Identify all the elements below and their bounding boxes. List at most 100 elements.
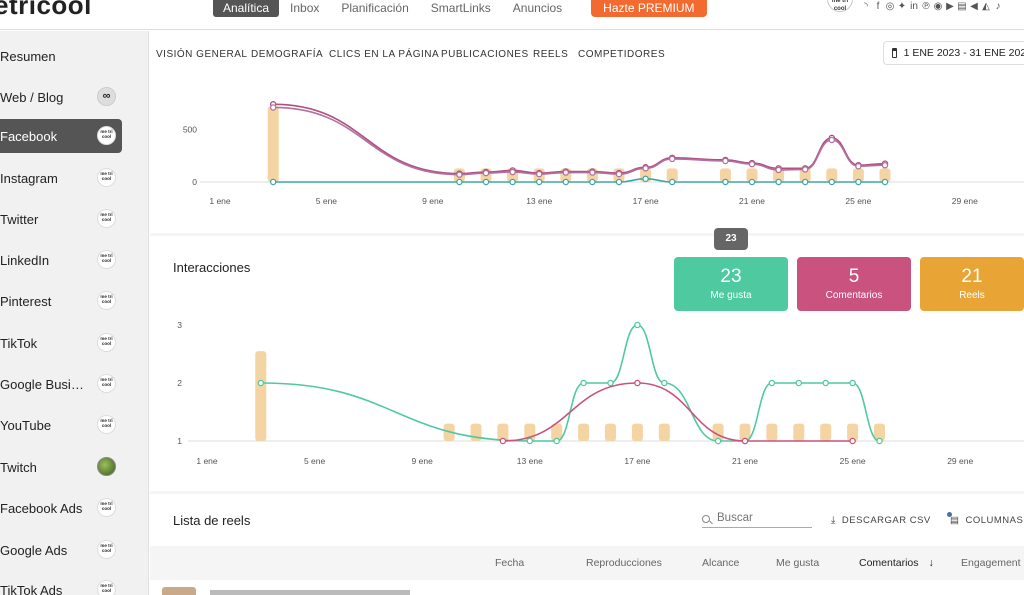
main-nav: Analítica Inbox Planificación SmartLinks…	[213, 0, 707, 17]
series-point	[661, 379, 668, 387]
col-alcance[interactable]: Alcance	[702, 557, 739, 569]
sidebar-item-youtube[interactable]: YouTube me tri cool	[0, 408, 122, 442]
series-point	[456, 171, 463, 178]
series-point	[768, 379, 776, 387]
series-point	[257, 379, 265, 387]
x-tick-label: 21 ene	[732, 456, 758, 466]
interacciones-title: Interacciones	[173, 260, 251, 275]
twitch-icon[interactable]: ▤	[957, 1, 967, 12]
sidebar-item-instagram[interactable]: Instagram me tri cool	[0, 161, 122, 195]
x-tick-label: 29 ene	[947, 456, 973, 466]
stat-card-reels[interactable]: 21 Reels	[920, 257, 1024, 311]
series-point	[748, 178, 756, 186]
series-point	[456, 178, 463, 186]
sidebar-item-tiktok[interactable]: TikTok me tri cool	[0, 326, 122, 360]
sidebar-item-avatar: me tri cool	[97, 415, 116, 434]
y-tick-label: 0	[192, 177, 197, 187]
linkedin-icon[interactable]: in	[909, 1, 919, 12]
stat-label: Reels	[959, 290, 985, 301]
chart-bar	[793, 423, 805, 441]
sidebar-item-label: Web / Blog	[0, 89, 64, 105]
sidebar-item-label: Google Ads	[0, 542, 68, 558]
youtube-icon[interactable]: ▶	[945, 1, 955, 12]
account-avatar[interactable]: me tri cool	[827, 0, 853, 12]
chart-bar	[578, 423, 590, 441]
stat-value: 5	[848, 266, 860, 287]
series-point	[615, 178, 623, 186]
nav-tab-inbox[interactable]: Inbox	[279, 0, 330, 17]
reel-thumbnail[interactable]	[162, 587, 196, 595]
top-line-chart: 0 500 1 ene 5 ene 9 ene 13 ene 17 ene 21 ene 25 …	[183, 101, 1024, 206]
x-tick-label: 17 ene	[633, 196, 659, 206]
sidebar-item-label: Facebook Ads	[0, 500, 83, 516]
top-bar: etricool Analítica Inbox Planificación S…	[0, 0, 1024, 30]
tiktok-icon[interactable]: ♪	[993, 1, 1003, 12]
col-me-gusta[interactable]: Me gusta	[776, 557, 819, 569]
col-reproducciones[interactable]: Reproducciones	[586, 557, 662, 569]
app-logo[interactable]: etricool	[0, 0, 92, 21]
sidebar-item-pinterest[interactable]: Pinterest me tri cool	[0, 284, 122, 318]
sidebar-item-avatar: me tri cool	[97, 540, 116, 559]
rss-icon[interactable]: ◝	[861, 1, 871, 12]
sidebar-item-google-ads[interactable]: Google Ads me tri cool	[0, 533, 122, 567]
series-point	[509, 178, 516, 186]
stat-card-comentarios[interactable]: 5 Comentarios	[797, 257, 911, 311]
google-ads-icon[interactable]: ◭	[981, 1, 991, 12]
facebook-icon[interactable]: f	[873, 1, 883, 12]
stat-card-me-gusta[interactable]: 23 Me gusta	[674, 257, 788, 311]
search-input[interactable]	[717, 512, 811, 524]
sidebar-item-twitch[interactable]: Twitch	[0, 450, 122, 484]
series-point	[881, 161, 889, 169]
reel-title-placeholder[interactable]	[210, 590, 410, 595]
series-line	[273, 178, 885, 183]
sidebar-item-linkedin[interactable]: LinkedIn me tri cool	[0, 243, 122, 277]
col-comentarios[interactable]: Comentarios ↓	[859, 557, 934, 569]
series-point	[828, 136, 836, 144]
chart-bar	[255, 351, 267, 441]
sidebar-item-tiktok-ads[interactable]: TikTok Ads me tri cool	[0, 573, 122, 595]
series-point	[634, 321, 641, 329]
nav-tab-analitica[interactable]: Analítica	[213, 0, 280, 17]
series-line	[273, 106, 886, 176]
col-fecha[interactable]: Fecha	[495, 557, 524, 569]
series-point	[714, 437, 722, 445]
series-point	[741, 437, 749, 445]
x-tick-label: 5 ene	[316, 196, 338, 206]
sidebar-item-label: LinkedIn	[0, 252, 50, 268]
download-csv-button[interactable]: ⤓ DESCARGAR CSV	[831, 515, 931, 526]
series-point	[801, 166, 809, 173]
sidebar-item-twitter[interactable]: Twitter me tri cool	[0, 202, 122, 236]
search-icon	[702, 515, 710, 523]
tab-demografia[interactable]: DEMOGRAFÍA	[251, 49, 323, 60]
sidebar-item-label: Google Business …	[0, 376, 86, 392]
nav-tab-planificacion[interactable]: Planificación	[330, 0, 419, 17]
sidebar-item-resumen[interactable]: Resumen	[0, 39, 122, 73]
columns-button[interactable]: ▤ COLUMNAS	[947, 512, 1023, 526]
tab-reels[interactable]: REELS	[533, 49, 568, 60]
premium-button[interactable]: Hazte PREMIUM	[591, 0, 707, 17]
sidebar-item-web-blog[interactable]: Web / Blog ∞	[0, 80, 122, 114]
col-engagement[interactable]: Engagement	[961, 557, 1021, 569]
tab-vision-general[interactable]: VISIÓN GENERAL	[156, 49, 247, 60]
nav-tab-anuncios[interactable]: Anuncios	[502, 0, 573, 17]
instagram-icon[interactable]: ◎	[885, 1, 895, 12]
tab-competidores[interactable]: COMPETIDORES	[578, 49, 665, 60]
google-icon[interactable]: ◉	[933, 1, 943, 12]
series-point	[535, 178, 543, 186]
sidebar-item-label: Instagram	[0, 170, 58, 186]
tab-publicaciones[interactable]: PUBLICACIONES	[441, 49, 529, 60]
twitter-icon[interactable]: ✦	[897, 1, 907, 12]
series-point	[668, 155, 676, 163]
social-icons: ◝ f ◎ ✦ in ℗ ◉ ▶ ▤ ◀ ◭ ♪	[861, 1, 1003, 12]
series-point	[526, 437, 534, 445]
nav-tab-smartlinks[interactable]: SmartLinks	[420, 0, 502, 17]
sidebar-item-facebook[interactable]: Facebook me tri cool	[0, 119, 122, 153]
series-point	[634, 379, 641, 387]
sidebar-item-google-business-[interactable]: Google Business … me tri cool	[0, 367, 122, 401]
sidebar-item-facebook-ads[interactable]: Facebook Ads me tri cool	[0, 491, 122, 525]
pinterest-icon[interactable]: ℗	[921, 1, 931, 12]
ads-icon[interactable]: ◀	[969, 1, 979, 12]
date-range-picker[interactable]: 1 ENE 2023 - 31 ENE 2023	[883, 41, 1024, 65]
chart-bar	[658, 423, 670, 441]
tab-clics[interactable]: CLICS EN LA PÁGINA	[329, 49, 439, 60]
